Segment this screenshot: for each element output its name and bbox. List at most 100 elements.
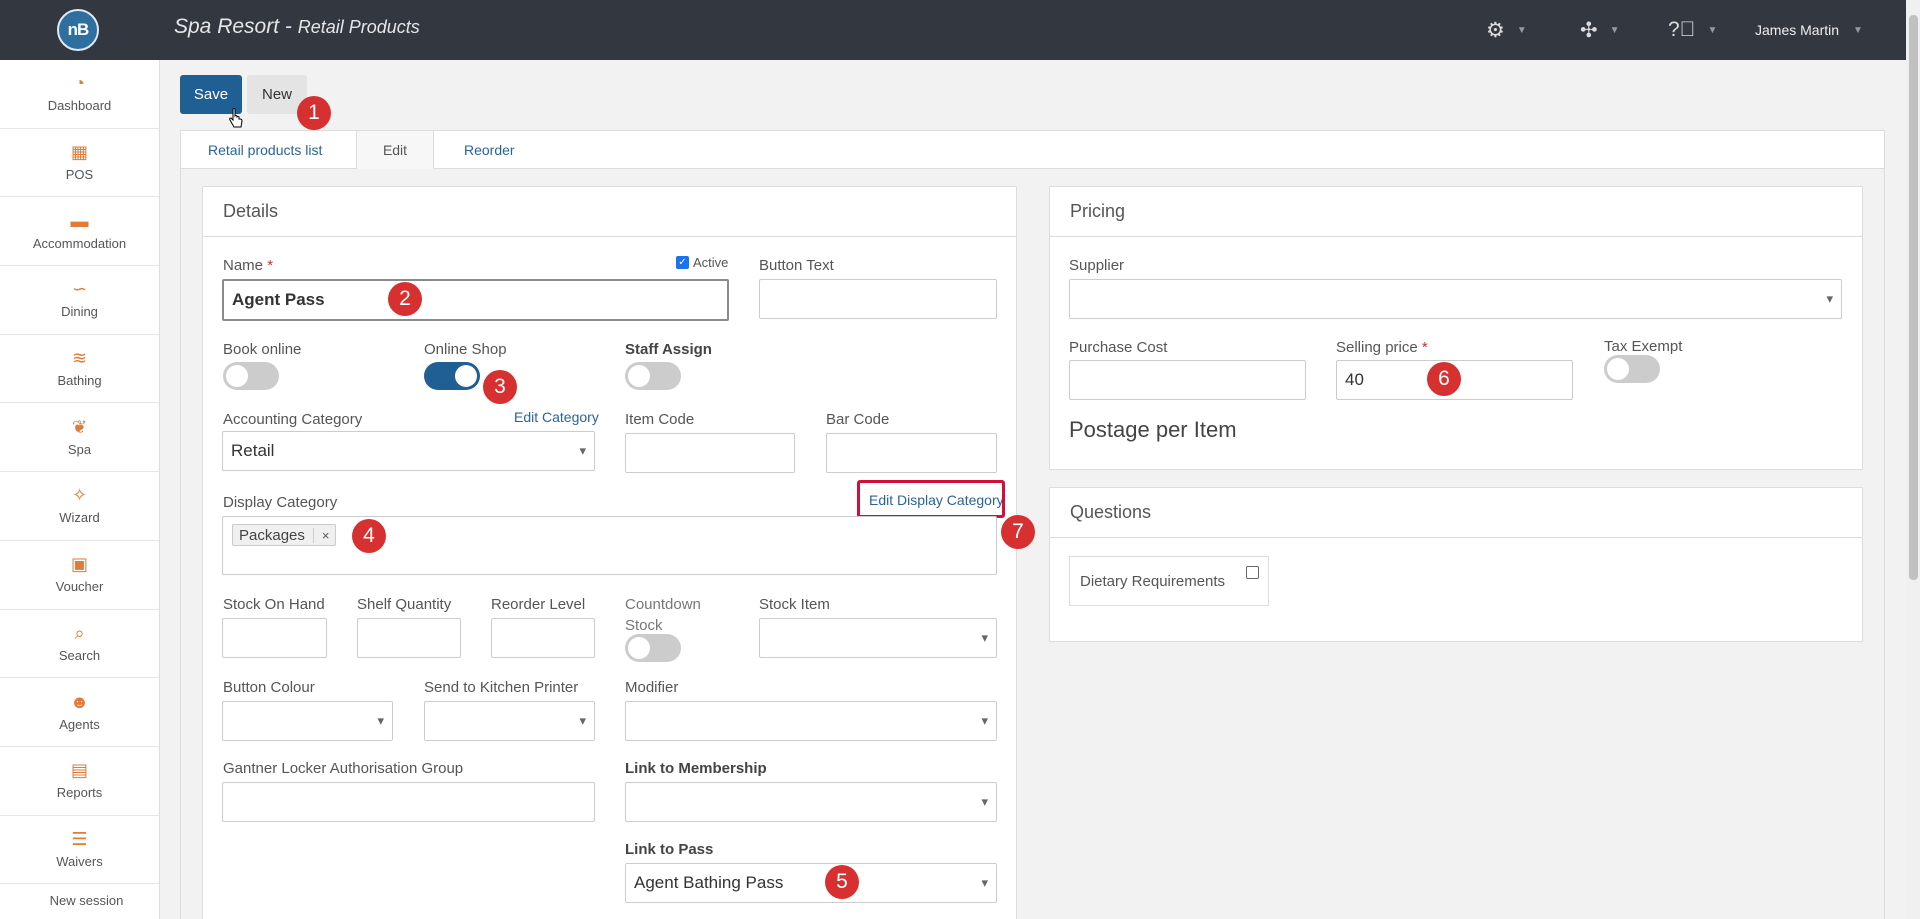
link-pass-label: Link to Pass	[625, 841, 714, 858]
sidebar-item-pos[interactable]: ▦ POS	[0, 129, 159, 198]
highlight-box	[857, 480, 1005, 518]
button-text-input[interactable]	[759, 279, 997, 319]
sidebar-item-dining[interactable]: ∽ Dining	[0, 266, 159, 335]
water-icon: ≋	[71, 348, 88, 369]
tab-bar: Retail products list Edit Reorder	[180, 130, 1885, 169]
button-colour-select[interactable]	[222, 701, 393, 741]
report-icon: ▤	[70, 760, 88, 781]
step-badge: 3	[483, 370, 517, 404]
dietary-label: Dietary Requirements	[1080, 572, 1226, 590]
kitchen-printer-select[interactable]	[424, 701, 595, 741]
countdown-stock-toggle[interactable]	[625, 634, 681, 662]
sidebar-item-search[interactable]: ⌕ Search	[0, 610, 159, 679]
tab-reorder[interactable]: Reorder	[464, 131, 515, 169]
sidebar-item-spa[interactable]: ❦ Spa	[0, 403, 159, 473]
supplier-select[interactable]	[1069, 279, 1842, 319]
user-menu[interactable]: James Martin ▼	[1755, 22, 1863, 38]
tab-retail-products-list[interactable]: Retail products list	[208, 131, 322, 169]
shelf-quantity-input[interactable]	[357, 618, 461, 658]
sidebar-item-waivers[interactable]: ☰ Waivers	[0, 816, 159, 885]
new-session-link[interactable]: New session	[0, 884, 159, 917]
lotus-icon: ❦	[71, 416, 88, 437]
hand-cursor-icon	[229, 108, 243, 128]
staff-assign-toggle[interactable]	[625, 362, 681, 390]
tab-edit[interactable]: Edit	[356, 131, 434, 169]
step-badge: 6	[1427, 362, 1461, 396]
dashboard-icon: ◔	[74, 73, 85, 94]
book-online-label: Book online	[223, 341, 302, 358]
book-online-toggle[interactable]	[223, 362, 279, 390]
integrations-menu[interactable]: ✣ ▼	[1580, 18, 1620, 43]
item-code-label: Item Code	[625, 411, 695, 428]
display-category-input[interactable]	[222, 516, 997, 575]
settings-menu[interactable]: ⚙ ▼	[1486, 18, 1527, 43]
display-category-label: Display Category	[223, 494, 338, 511]
chip-remove-icon[interactable]: ×	[312, 527, 329, 543]
kitchen-printer-label: Send to Kitchen Printer	[424, 679, 579, 696]
sidebar-item-agents[interactable]: ☻ Agents	[0, 678, 159, 747]
dietary-checkbox[interactable]	[1246, 566, 1259, 579]
sidebar-item-label: Bathing	[57, 373, 102, 389]
sidebar-item-label: Waivers	[56, 853, 103, 869]
online-shop-label: Online Shop	[424, 341, 507, 358]
chevron-down-icon: ▼	[1609, 25, 1620, 36]
item-code-input[interactable]	[625, 433, 795, 473]
reorder-level-input[interactable]	[491, 618, 595, 658]
required-mark: *	[267, 257, 274, 274]
edit-category-link[interactable]: Edit Category	[514, 409, 599, 425]
stock-on-hand-label: Stock On Hand	[223, 596, 325, 613]
tax-exempt-toggle[interactable]	[1604, 355, 1660, 383]
chip-label: Packages	[239, 526, 305, 544]
accounting-category-label: Accounting Category	[223, 411, 363, 428]
online-shop-toggle[interactable]	[424, 362, 480, 390]
sidebar-item-reports[interactable]: ▤ Reports	[0, 747, 159, 816]
page-name: Retail Products	[297, 17, 420, 37]
gantner-input[interactable]	[222, 782, 595, 822]
sidebar-item-voucher[interactable]: ▣ Voucher	[0, 541, 159, 610]
selling-price-label-text: Selling price	[1336, 339, 1418, 356]
name-input[interactable]: Agent Pass	[222, 279, 729, 321]
sidebar-item-label: Accommodation	[32, 235, 127, 251]
bed-icon: ▬	[70, 210, 89, 231]
dietary-question: Dietary Requirements	[1069, 556, 1269, 606]
modifier-select[interactable]	[625, 701, 997, 741]
stock-on-hand-input[interactable]	[222, 618, 327, 658]
help-menu[interactable]: ?⃝ ▼	[1668, 18, 1717, 42]
step-badge: 2	[388, 282, 422, 316]
sidebar-item-label: Spa	[67, 441, 92, 457]
stock-item-select[interactable]	[759, 618, 997, 658]
top-bar: nB Spa Resort - Retail Products ⚙ ▼ ✣ ▼ ?⃝…	[0, 0, 1920, 60]
supplier-label: Supplier	[1069, 257, 1125, 274]
sidebar-item-wizard[interactable]: ✧ Wizard	[0, 472, 159, 541]
register-icon: ▦	[70, 142, 88, 163]
active-checkbox[interactable]: ✓	[676, 256, 689, 269]
modifier-label: Modifier	[625, 679, 679, 696]
gift-icon: ▣	[70, 554, 88, 575]
checklist-icon: ☰	[71, 828, 88, 849]
sidebar: ◔ Dashboard ▦ POS ▬ Accommodation ∽ Dining ≋…	[0, 60, 160, 919]
stock-item-label: Stock Item	[759, 596, 830, 613]
shelf-quantity-label: Shelf Quantity	[357, 596, 452, 613]
sidebar-item-bathing[interactable]: ≋ Bathing	[0, 335, 159, 404]
active-label: Active	[693, 255, 729, 270]
link-membership-select[interactable]	[625, 782, 997, 822]
chevron-down-icon: ▼	[1707, 24, 1718, 36]
step-badge: 5	[825, 865, 859, 899]
panel-title: Details	[203, 187, 1016, 237]
purchase-cost-input[interactable]	[1069, 360, 1306, 400]
link-pass-select[interactable]: Agent Bathing Pass	[625, 863, 997, 903]
button-text-label: Button Text	[759, 257, 834, 274]
app-title: Spa Resort - Retail Products	[174, 15, 420, 39]
app-logo[interactable]: nB	[57, 9, 99, 51]
step-badge: 7	[1001, 515, 1035, 549]
postage-label: Postage per Item	[1069, 417, 1237, 442]
accounting-category-select[interactable]: Retail	[222, 431, 595, 471]
chevron-down-icon: ▼	[1516, 25, 1527, 36]
sidebar-item-dashboard[interactable]: ◔ Dashboard	[0, 60, 159, 129]
user-name: James Martin	[1755, 22, 1840, 38]
sidebar-item-accommodation[interactable]: ▬ Accommodation	[0, 197, 159, 267]
scrollbar-thumb[interactable]	[1909, 15, 1918, 580]
bar-code-input[interactable]	[826, 433, 997, 473]
dining-icon: ∽	[71, 279, 88, 300]
sidebar-item-label: Search	[58, 647, 101, 663]
